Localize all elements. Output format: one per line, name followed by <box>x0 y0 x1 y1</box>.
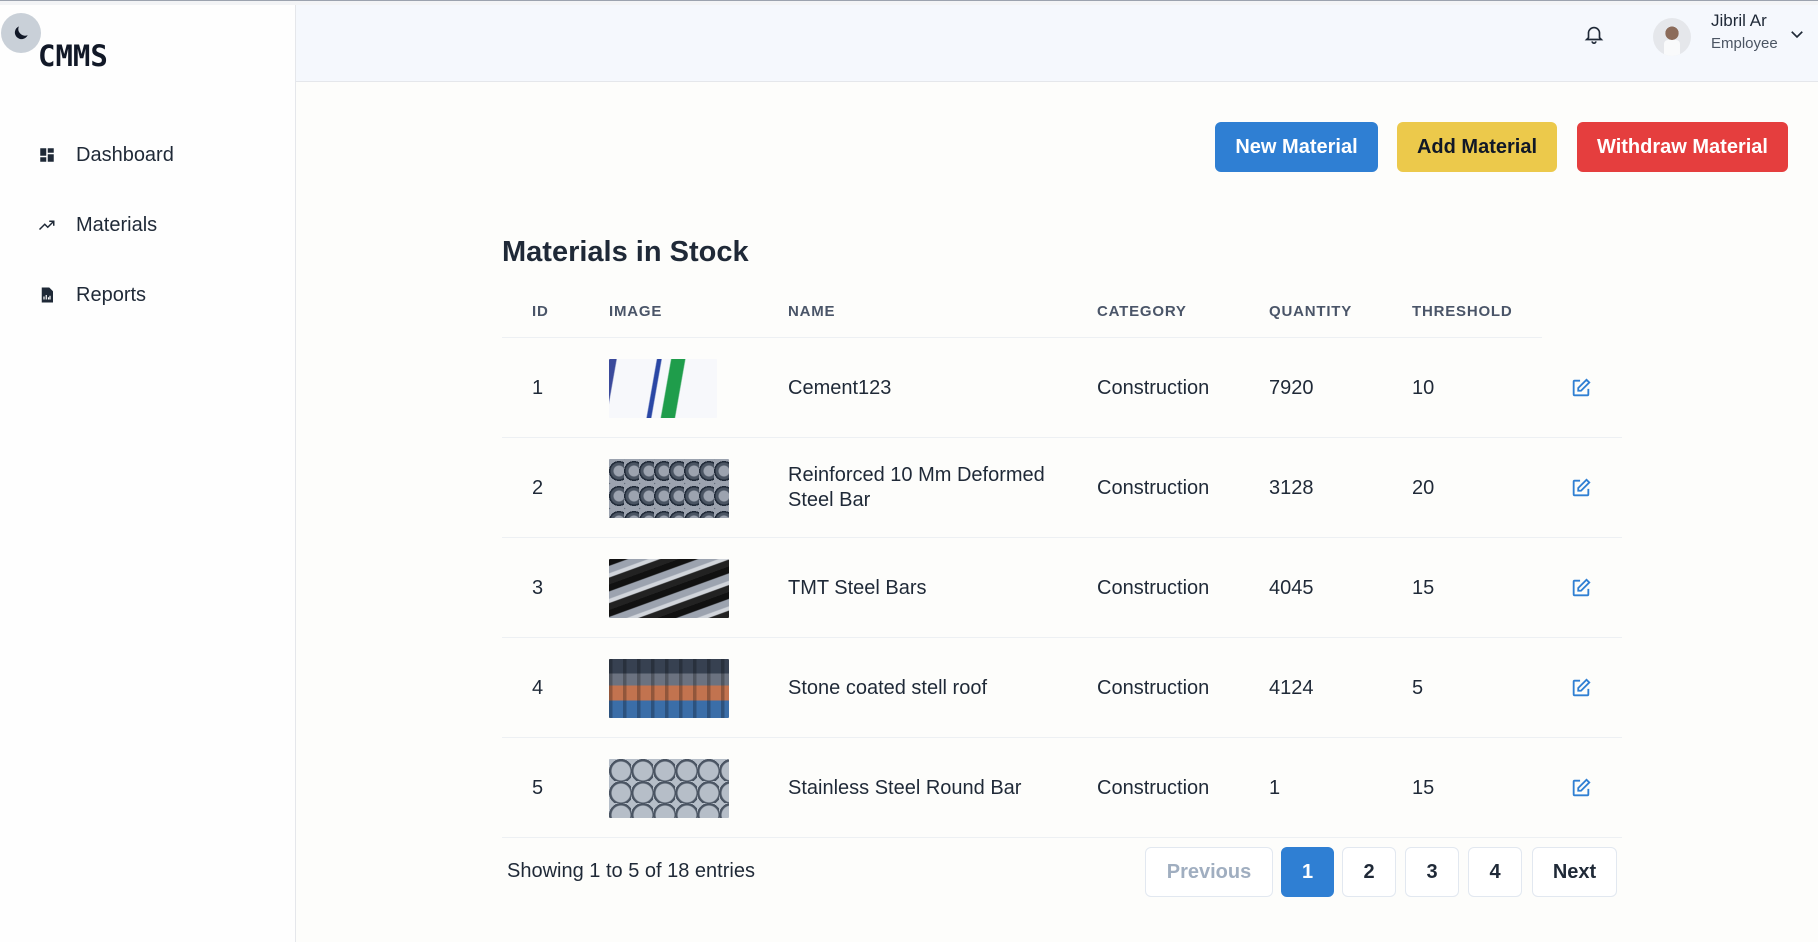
cell-threshold: 15 <box>1412 576 1435 599</box>
sidebar-item-label: Reports <box>76 283 147 306</box>
cell-id: 3 <box>532 576 544 599</box>
cell-id: 1 <box>532 376 544 399</box>
pagination-next-button[interactable]: Next <box>1532 847 1617 897</box>
cell-category: Construction <box>1097 676 1210 699</box>
cell-id: 2 <box>532 476 544 499</box>
edit-icon <box>1572 378 1591 397</box>
cell-quantity: 7920 <box>1269 376 1314 399</box>
cell-name: Cement123 <box>788 376 892 399</box>
cell-image <box>609 738 729 838</box>
entries-summary: Showing 1 to 5 of 18 entries <box>507 860 755 882</box>
cell-id: 4 <box>532 676 544 699</box>
new-material-button[interactable]: New Material <box>1215 122 1378 172</box>
cell-threshold: 20 <box>1412 476 1435 499</box>
window-top-border <box>0 0 1818 5</box>
cell-image <box>609 438 729 538</box>
notifications-button[interactable] <box>1579 19 1609 49</box>
material-image <box>609 758 729 818</box>
pagination-page-1[interactable]: 1 <box>1281 847 1334 897</box>
cell-category: Construction <box>1097 376 1210 399</box>
column-header-id: ID <box>532 303 549 320</box>
dashboard-icon <box>40 148 54 162</box>
sidebar-item-dashboard[interactable]: Dashboard <box>0 120 296 190</box>
sidebar: CMMS Dashboard Materials Reports <box>0 5 296 942</box>
withdraw-material-button[interactable]: Withdraw Material <box>1577 122 1788 172</box>
cell-id: 5 <box>532 776 544 799</box>
top-header: Jibril Ar Employee <box>296 5 1818 82</box>
cell-name: Stainless Steel Round Bar <box>788 776 1022 799</box>
edit-icon <box>1572 478 1591 497</box>
pagination-previous-button[interactable]: Previous <box>1145 847 1273 897</box>
cell-image <box>609 338 717 438</box>
material-image <box>609 558 729 618</box>
column-header-quantity: QUANTITY <box>1269 303 1353 320</box>
column-header-name: NAME <box>788 303 836 320</box>
user-role: Employee <box>1711 35 1778 52</box>
material-image <box>609 458 729 518</box>
cell-quantity: 1 <box>1269 776 1281 799</box>
sidebar-item-materials[interactable]: Materials <box>0 190 296 260</box>
pagination-page-4[interactable]: 4 <box>1468 847 1522 897</box>
cell-name: TMT Steel Bars <box>788 576 927 599</box>
table-row: 4 Stone coated stell roof Construction 4… <box>502 638 1622 738</box>
edit-button[interactable] <box>1570 638 1592 738</box>
sidebar-nav: Dashboard Materials Reports <box>0 120 296 330</box>
pagination-page-3[interactable]: 3 <box>1405 847 1459 897</box>
page-title: Materials in Stock <box>502 236 749 268</box>
cell-threshold: 10 <box>1412 376 1435 399</box>
sidebar-item-label: Materials <box>76 213 158 236</box>
chevron-down-icon[interactable] <box>1788 25 1806 43</box>
cell-category: Construction <box>1097 576 1210 599</box>
edit-icon <box>1572 578 1591 597</box>
edit-button[interactable] <box>1570 738 1592 838</box>
cell-category: Construction <box>1097 476 1210 499</box>
trending-up-icon <box>38 220 55 231</box>
column-header-threshold: THRESHOLD <box>1412 303 1513 320</box>
avatar[interactable] <box>1653 18 1691 56</box>
sidebar-item-reports[interactable]: Reports <box>0 260 296 330</box>
column-header-image: IMAGE <box>609 303 663 320</box>
material-image <box>609 358 717 418</box>
edit-button[interactable] <box>1570 538 1592 638</box>
cell-name: Stone coated stell roof <box>788 676 988 699</box>
column-header-category: CATEGORY <box>1097 303 1187 320</box>
cell-image <box>609 638 729 738</box>
user-name: Jibril Ar <box>1711 11 1767 30</box>
app-logo: CMMS <box>38 39 108 73</box>
material-image <box>609 658 729 718</box>
cell-name: Reinforced 10 Mm Deformed Steel Bar <box>788 464 1045 511</box>
pagination-page-2[interactable]: 2 <box>1342 847 1396 897</box>
edit-icon <box>1572 778 1591 797</box>
moon-icon <box>14 26 28 40</box>
cell-quantity: 4045 <box>1269 576 1314 599</box>
cell-category: Construction <box>1097 776 1210 799</box>
table-row: 5 Stainless Steel Round Bar Construction… <box>502 738 1622 838</box>
add-material-button[interactable]: Add Material <box>1397 122 1557 172</box>
theme-toggle-button[interactable] <box>1 13 41 53</box>
cell-quantity: 3128 <box>1269 476 1314 499</box>
bell-icon <box>1584 26 1604 44</box>
cell-quantity: 4124 <box>1269 676 1314 699</box>
table-row: 3 TMT Steel Bars Construction 4045 15 <box>502 538 1622 638</box>
cell-threshold: 5 <box>1412 676 1424 699</box>
report-icon <box>41 287 53 303</box>
sidebar-item-label: Dashboard <box>76 143 174 166</box>
edit-button[interactable] <box>1570 438 1592 538</box>
table-row: 1 Cement123 Construction 7920 10 <box>502 338 1622 438</box>
edit-button[interactable] <box>1570 338 1592 438</box>
table-row: 2 Reinforced 10 Mm Deformed Steel Bar Co… <box>502 438 1622 538</box>
edit-icon <box>1572 678 1591 697</box>
cell-threshold: 15 <box>1412 776 1435 799</box>
cell-image <box>609 538 729 638</box>
